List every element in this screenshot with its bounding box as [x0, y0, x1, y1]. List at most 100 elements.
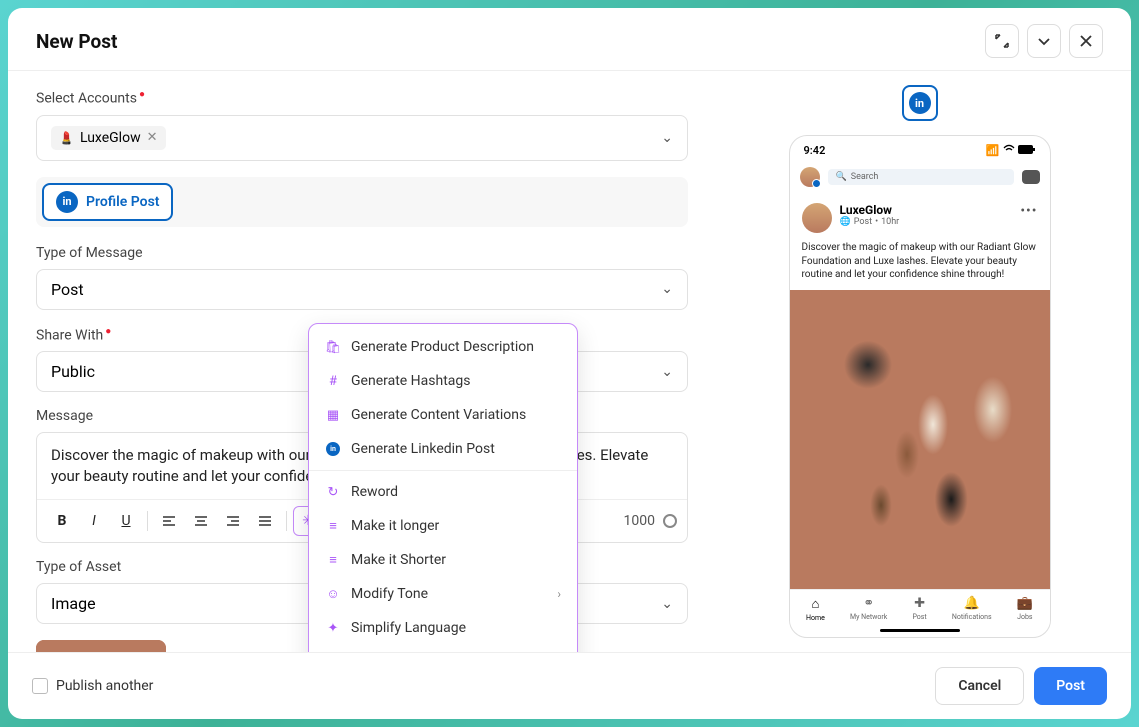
ai-menu-item[interactable]: ≡Make it longer	[309, 509, 577, 543]
globe-icon: 🌐	[840, 217, 851, 227]
post-type-row: in Profile Post	[36, 177, 688, 227]
post-avatar	[802, 203, 832, 233]
ai-menu-item[interactable]: ≡Make it Shorter	[309, 543, 577, 577]
post-meta: 🌐 Post • 10hr	[840, 217, 900, 227]
ai-item-label: Generate Content Variations	[351, 407, 526, 423]
linkedin-nav: ⌂Home ⚭ My Network ✚ Post 🔔 Notifications 💼 Jobs	[790, 589, 1050, 626]
chevron-down-icon: ⌄	[661, 281, 673, 297]
ai-item-icon: in	[325, 441, 341, 457]
cancel-button[interactable]: Cancel	[935, 667, 1024, 705]
ai-menu-item[interactable]: in Generate Linkedin Post	[309, 432, 577, 466]
nav-icon: ✚	[914, 596, 925, 611]
chevron-down-icon: ⌄	[661, 596, 673, 612]
linkedin-icon: in	[909, 92, 931, 114]
profile-post-button[interactable]: in Profile Post	[42, 183, 173, 221]
accounts-select[interactable]: 💄 LuxeGlow ✕ ⌄	[36, 115, 688, 161]
post-body-text: Discover the magic of makeup with our Ra…	[790, 239, 1050, 290]
ai-menu-item[interactable]: ↻ Reword	[309, 475, 577, 509]
remove-account-icon[interactable]: ✕	[147, 130, 158, 145]
account-name: LuxeGlow	[80, 130, 141, 146]
ai-item-icon: #	[325, 373, 341, 389]
ai-item-label: Generate Product Description	[351, 339, 534, 355]
nav-icon: 🔔	[964, 596, 980, 611]
align-center-button[interactable]	[186, 506, 216, 536]
header: New Post	[8, 8, 1131, 70]
accounts-label: Select Accounts●	[36, 89, 688, 107]
linkedin-icon: in	[56, 191, 78, 213]
nav-label: Post	[912, 613, 926, 621]
nav-item-notifications[interactable]: 🔔 Notifications	[952, 596, 992, 622]
bold-button[interactable]: B	[47, 506, 77, 536]
nav-icon: 💼	[1017, 596, 1033, 611]
nav-label: Notifications	[952, 613, 992, 621]
ai-item-label: Generate Hashtags	[351, 373, 471, 389]
share-with-value: Public	[51, 362, 95, 381]
battery-icon	[1018, 144, 1036, 157]
underline-button[interactable]: U	[111, 506, 141, 536]
search-input[interactable]: 🔍 Search	[828, 169, 1014, 185]
char-counter: 1000	[624, 513, 677, 529]
post-header: LuxeGlow 🌐 Post • 10hr •••	[790, 193, 1050, 239]
counter-circle-icon	[663, 514, 677, 528]
align-right-button[interactable]	[218, 506, 248, 536]
footer: Publish another Cancel Post	[8, 652, 1131, 719]
ai-item-label: Generate Linkedin Post	[351, 441, 495, 457]
ai-item-icon: ↻	[325, 484, 341, 500]
close-button[interactable]	[1069, 24, 1103, 58]
collapse-button[interactable]	[1027, 24, 1061, 58]
post-button[interactable]: Post	[1034, 667, 1107, 705]
ai-item-icon: 🛍	[325, 339, 341, 355]
ai-menu-item[interactable]: ☺Modify Tone›	[309, 577, 577, 611]
profile-post-label: Profile Post	[86, 194, 159, 210]
nav-icon: ⚭	[863, 596, 874, 611]
checkbox-icon	[32, 678, 48, 694]
preview-panel: in 9:42 📶 🔍 Search	[708, 71, 1131, 652]
asset-value: Image	[51, 594, 96, 613]
search-icon: 🔍	[836, 172, 847, 182]
expand-button[interactable]	[985, 24, 1019, 58]
nav-label: Jobs	[1017, 613, 1032, 621]
type-message-value: Post	[51, 280, 84, 299]
status-time: 9:42	[804, 144, 826, 157]
status-icons: 📶	[986, 144, 1036, 157]
required-dot: ●	[105, 326, 111, 337]
ai-menu-item[interactable]: ▦Generate Content Variations	[309, 398, 577, 432]
nav-item-my-network[interactable]: ⚭ My Network	[850, 596, 887, 622]
align-justify-button[interactable]	[250, 506, 280, 536]
chevron-down-icon: ⌄	[661, 364, 673, 380]
avatar[interactable]	[800, 167, 820, 187]
post-menu-icon[interactable]: •••	[1020, 203, 1037, 219]
phone-preview: 9:42 📶 🔍 Search	[789, 135, 1051, 638]
linkedin-search-row: 🔍 Search	[790, 161, 1050, 193]
nav-item-home[interactable]: ⌂Home	[806, 596, 825, 622]
chevron-down-icon: ⌄	[661, 130, 673, 146]
type-message-label: Type of Message	[36, 245, 688, 261]
type-message-select[interactable]: Post ⌄	[36, 269, 688, 310]
ai-menu-item[interactable]: # Generate Hashtags	[309, 364, 577, 398]
publish-another-checkbox[interactable]: Publish another	[32, 678, 153, 694]
italic-button[interactable]: I	[79, 506, 109, 536]
nav-item-jobs[interactable]: 💼 Jobs	[1017, 596, 1033, 622]
ai-item-label: Reword	[351, 484, 398, 500]
chat-icon[interactable]	[1022, 170, 1040, 184]
phone-status-bar: 9:42 📶	[790, 136, 1050, 161]
ai-menu-item[interactable]: AᴀTranslate›	[309, 645, 577, 652]
image-thumbnail[interactable]	[36, 640, 166, 652]
page-title: New Post	[36, 30, 117, 53]
ai-item-label: Make it longer	[351, 518, 439, 534]
post-image	[790, 290, 1050, 590]
toolbar-divider	[147, 511, 148, 531]
account-emoji: 💄	[59, 131, 74, 145]
account-chip: 💄 LuxeGlow ✕	[51, 126, 166, 150]
ai-item-label: Modify Tone	[351, 586, 428, 602]
menu-separator	[309, 470, 577, 471]
nav-label: My Network	[850, 613, 887, 621]
linkedin-preview-tab[interactable]: in	[902, 85, 938, 121]
home-indicator	[880, 629, 960, 632]
ai-menu-item[interactable]: 🛍 Generate Product Description	[309, 330, 577, 364]
nav-item-post[interactable]: ✚ Post	[912, 596, 926, 622]
signal-icon: 📶	[986, 144, 1000, 157]
align-left-button[interactable]	[154, 506, 184, 536]
ai-menu-item[interactable]: ✦Simplify Language	[309, 611, 577, 645]
wifi-icon	[1003, 144, 1015, 157]
